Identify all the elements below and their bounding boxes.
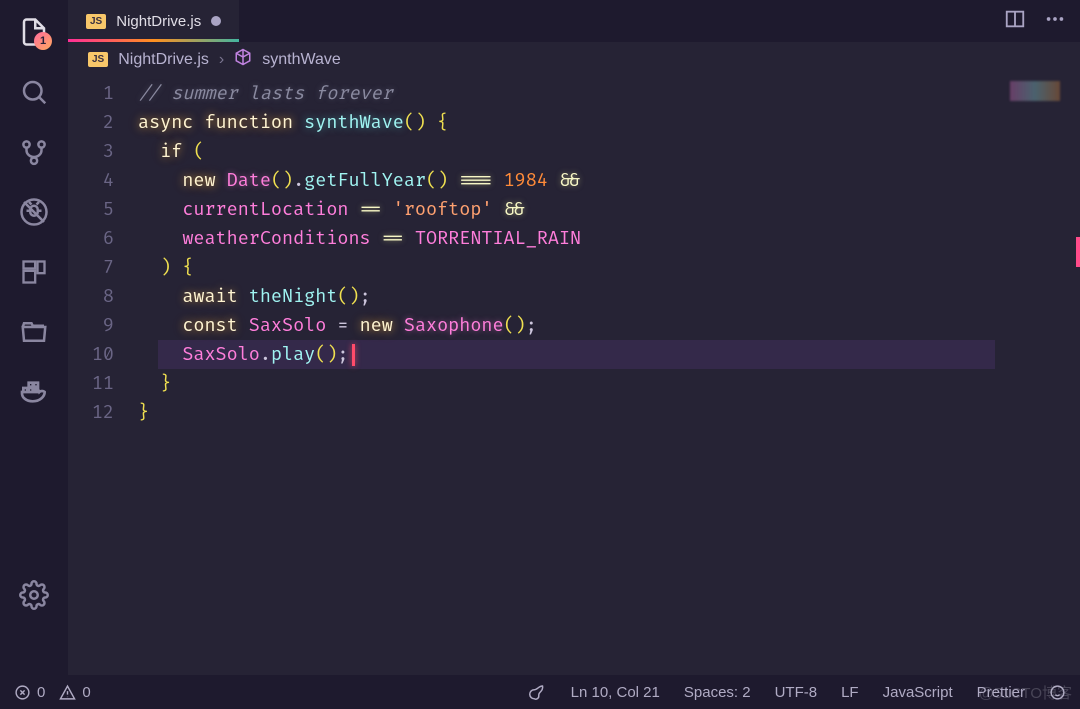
- editor-area: JS NightDrive.js JS NightDrive.js › synt…: [68, 0, 1080, 675]
- dirty-indicator-icon: [211, 16, 221, 26]
- watermark: @51CTO博客: [979, 682, 1072, 703]
- code-editor[interactable]: 1 2 3 4 5 6 7 8 9 10 11 12 // summer las…: [68, 77, 1080, 675]
- explorer-badge: 1: [34, 32, 52, 50]
- status-errors[interactable]: 0: [14, 684, 45, 701]
- breadcrumb-symbol[interactable]: synthWave: [262, 51, 341, 69]
- symbol-icon: [234, 48, 252, 71]
- tab-bar: JS NightDrive.js: [68, 0, 1080, 42]
- activity-bar: 1: [0, 0, 68, 675]
- tab-nightdrive[interactable]: JS NightDrive.js: [68, 0, 239, 42]
- status-paint-icon[interactable]: [529, 683, 547, 701]
- cursor: [352, 344, 355, 366]
- debug-icon[interactable]: [14, 192, 54, 232]
- breadcrumb[interactable]: JS NightDrive.js › synthWave: [68, 42, 1080, 77]
- code-content[interactable]: // summer lasts forever async function s…: [138, 79, 1080, 675]
- status-warnings[interactable]: 0: [59, 684, 90, 701]
- status-indentation[interactable]: Spaces: 2: [684, 684, 751, 701]
- docker-icon[interactable]: [14, 372, 54, 412]
- status-encoding[interactable]: UTF-8: [775, 684, 818, 701]
- folder-icon[interactable]: [14, 312, 54, 352]
- chevron-right-icon: ›: [219, 51, 224, 69]
- status-bar: 0 0 Ln 10, Col 21 Spaces: 2 UTF-8 LF Jav…: [0, 675, 1080, 709]
- explorer-icon[interactable]: 1: [14, 12, 54, 52]
- status-cursor-position[interactable]: Ln 10, Col 21: [571, 684, 660, 701]
- line-gutter: 1 2 3 4 5 6 7 8 9 10 11 12: [68, 79, 138, 675]
- status-language[interactable]: JavaScript: [883, 684, 953, 701]
- status-eol[interactable]: LF: [841, 684, 859, 701]
- extensions-icon[interactable]: [14, 252, 54, 292]
- more-actions-icon[interactable]: [1044, 8, 1066, 35]
- tab-title: NightDrive.js: [116, 13, 201, 30]
- js-lang-icon: JS: [88, 52, 108, 67]
- source-control-icon[interactable]: [14, 132, 54, 172]
- search-icon[interactable]: [14, 72, 54, 112]
- settings-gear-icon[interactable]: [14, 575, 54, 615]
- breadcrumb-file[interactable]: NightDrive.js: [118, 51, 209, 69]
- js-lang-icon: JS: [86, 14, 106, 29]
- split-editor-icon[interactable]: [1004, 8, 1026, 35]
